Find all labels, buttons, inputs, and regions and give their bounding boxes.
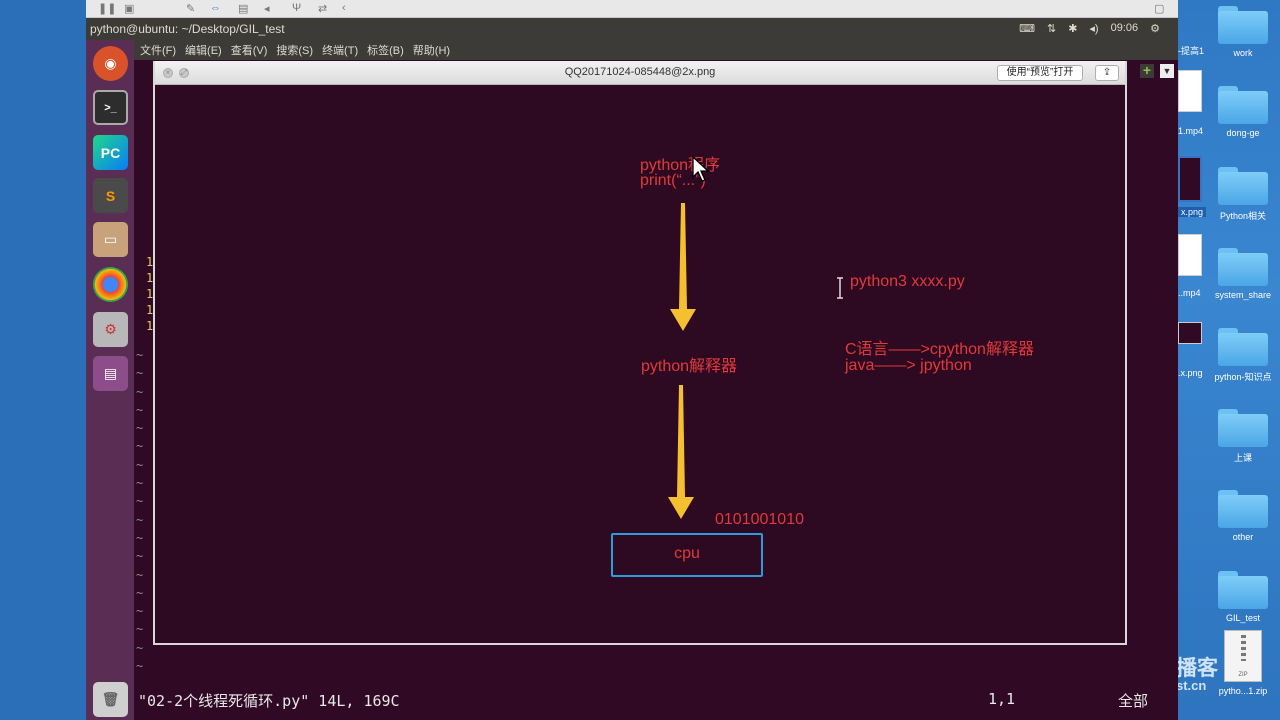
file-label: pytho...1.zip xyxy=(1218,686,1268,696)
vim-status-line: "02-2个线程死循环.py" 14L, 169C 1,1 全部 xyxy=(138,690,1168,711)
partial-desktop-item-selected[interactable]: x.png xyxy=(1178,207,1207,217)
folder-icon xyxy=(1218,490,1268,528)
terminal-app-icon[interactable]: >_ xyxy=(93,90,128,125)
menu-view[interactable]: 查看(V) xyxy=(231,42,268,58)
settings-icon[interactable]: ⚙ xyxy=(93,312,128,347)
menu-edit[interactable]: 编辑(E) xyxy=(185,42,222,58)
status-file: "02-2个线程死循环.py" 14L, 169C xyxy=(138,692,400,710)
menu-search[interactable]: 搜索(S) xyxy=(276,42,313,58)
binary-label: 0101001010 xyxy=(715,511,804,528)
zip-icon: ZIP xyxy=(1224,630,1262,682)
ubuntu-launcher: ◉ >_ PC S ▭ ⚙ ▤ 🗑 xyxy=(86,40,134,720)
preview-title-bar: × ⤢ QQ20171024-085448@2x.png 使用“预览”打开 ⇪ xyxy=(155,61,1125,85)
folder-icon xyxy=(1218,248,1268,286)
menu-terminal[interactable]: 终端(T) xyxy=(322,42,358,58)
chrome-icon[interactable] xyxy=(93,267,128,302)
open-in-preview-button[interactable]: 使用“预览”打开 xyxy=(997,65,1083,81)
folder-label: dong-ge xyxy=(1226,128,1260,138)
cpu-label: cpu xyxy=(674,545,700,562)
desktop-zip-file[interactable]: ZIP pytho...1.zip xyxy=(1210,630,1276,696)
png-thumbnail-icon[interactable] xyxy=(1178,322,1202,344)
java-interpreter-note: java——> jpython xyxy=(845,357,972,374)
folder-icon xyxy=(1218,409,1268,447)
video-thumbnail-icon[interactable] xyxy=(1178,234,1202,276)
chevron-left-icon[interactable]: ‹ xyxy=(342,2,346,14)
sound-icon[interactable]: ◂ xyxy=(264,2,270,15)
disk-icon[interactable]: ▤ xyxy=(238,2,248,15)
terminal-menu-bar: 文件(F) 编辑(E) 查看(V) 搜索(S) 终端(T) 标签(B) 帮助(H… xyxy=(134,40,1178,60)
wrench-icon[interactable]: ✎ xyxy=(186,2,195,15)
menu-help[interactable]: 帮助(H) xyxy=(413,42,450,58)
desktop-folder-work[interactable]: work xyxy=(1210,6,1276,58)
bluetooth-icon[interactable]: ✱ xyxy=(1068,22,1077,35)
arrows-icon[interactable]: ⇔ xyxy=(210,2,221,14)
desktop-folder-other[interactable]: other xyxy=(1210,490,1276,542)
watermark-domain: st.cn xyxy=(1176,678,1207,693)
down-arrow-icon xyxy=(668,385,694,519)
usb-icon[interactable]: Ψ xyxy=(292,2,301,14)
desktop-folder-system-share[interactable]: system_share xyxy=(1210,248,1276,300)
clock[interactable]: 09:06 xyxy=(1111,22,1139,35)
mouse-pointer-icon xyxy=(692,155,710,182)
partial-desktop-item[interactable]: .x.png xyxy=(1178,368,1203,378)
desktop-folder-python[interactable]: Python相关 xyxy=(1210,167,1276,222)
video-thumbnail-icon[interactable] xyxy=(1178,70,1202,112)
folder-icon xyxy=(1218,167,1268,205)
window-icon[interactable]: ▢ xyxy=(1154,2,1164,15)
menu-tabs[interactable]: 标签(B) xyxy=(367,42,404,58)
vm-toolbar: ❚❚ ▣ ✎ ⇔ ▤ ◂ Ψ ⇄ ‹ ▢ xyxy=(86,0,1178,18)
workspace-icon[interactable]: ▤ xyxy=(93,356,128,391)
folder-label: 上课 xyxy=(1233,453,1252,463)
folder-icon xyxy=(1218,86,1268,124)
folder-label: Python相关 xyxy=(1219,211,1267,221)
pycharm-icon[interactable]: PC xyxy=(93,135,128,170)
vim-tilde-gutter: ~ ~ ~ ~ ~ ~ ~ ~ ~ ~ ~ ~ ~ ~ ~ ~ ~ ~ xyxy=(136,348,144,674)
system-tray: ⌨ ⇅ ✱ ◂) 09:06 ⚙ xyxy=(1019,22,1160,35)
trash-icon[interactable]: 🗑 xyxy=(93,682,128,717)
pause-icon[interactable]: ❚❚ xyxy=(98,2,116,15)
file-manager-icon[interactable]: ▭ xyxy=(93,222,128,257)
menu-file[interactable]: 文件(F) xyxy=(140,42,176,58)
ubuntu-logo-icon[interactable]: ◉ xyxy=(93,46,128,81)
quicklook-preview-window: × ⤢ QQ20171024-085448@2x.png 使用“预览”打开 ⇪ … xyxy=(153,61,1127,645)
run-command: python3 xxxx.py xyxy=(850,273,965,290)
down-arrow-icon xyxy=(670,203,696,331)
preview-filename: QQ20171024-085448@2x.png xyxy=(564,66,716,78)
ubuntu-title-bar: python@ubuntu: ~/Desktop/GIL_test ⌨ ⇅ ✱ … xyxy=(86,18,1178,40)
share-icon[interactable]: ⇪ xyxy=(1095,65,1119,81)
snapshot-icon[interactable]: ▣ xyxy=(124,2,134,15)
folder-label: GIL_test xyxy=(1225,613,1261,623)
network-icon[interactable]: ⇅ xyxy=(1047,22,1056,35)
share-icon[interactable]: ⇄ xyxy=(318,2,327,15)
folder-icon xyxy=(1218,571,1268,609)
folder-icon xyxy=(1218,6,1268,44)
partial-desktop-item[interactable]: ..mp4 xyxy=(1178,288,1201,298)
volume-icon[interactable]: ◂) xyxy=(1089,22,1098,35)
text-cursor-icon xyxy=(837,277,843,299)
status-percent: 全部 xyxy=(1118,692,1149,710)
folder-label: python-知识点 xyxy=(1214,372,1272,382)
folder-icon xyxy=(1218,328,1268,366)
png-thumbnail-icon[interactable] xyxy=(1178,156,1202,202)
chevron-down-icon[interactable]: ▼ xyxy=(1160,64,1174,78)
sublime-text-icon[interactable]: S xyxy=(93,178,128,213)
desktop-folder-dong-ge[interactable]: dong-ge xyxy=(1210,86,1276,138)
desktop-folder-class[interactable]: 上课 xyxy=(1210,409,1276,464)
diagram-canvas: python程序 print(“...”) python3 xxxx.py C语… xyxy=(155,85,1125,643)
folder-label: system_share xyxy=(1214,290,1272,300)
new-tab-plus-icon[interactable]: + xyxy=(1140,63,1154,78)
desktop-folder-gil-test[interactable]: GIL_test xyxy=(1210,571,1276,623)
interpreter-label: python解释器 xyxy=(641,358,738,375)
folder-label: other xyxy=(1232,532,1254,542)
partial-desktop-item[interactable]: 1.mp4 xyxy=(1178,126,1203,136)
folder-label: work xyxy=(1233,48,1253,58)
partial-desktop-item[interactable]: -提高1 xyxy=(1178,44,1204,57)
desktop-folder-knowledge[interactable]: python-知识点 xyxy=(1210,328,1276,383)
window-title: python@ubuntu: ~/Desktop/GIL_test xyxy=(90,22,285,36)
keyboard-icon[interactable]: ⌨ xyxy=(1019,22,1035,35)
c-interpreter-note: C语言——>cpython解释器 xyxy=(845,341,1034,358)
status-cursor-pos: 1,1 xyxy=(988,690,1016,708)
cpu-box: cpu xyxy=(611,533,763,577)
gear-icon[interactable]: ⚙ xyxy=(1150,22,1160,35)
